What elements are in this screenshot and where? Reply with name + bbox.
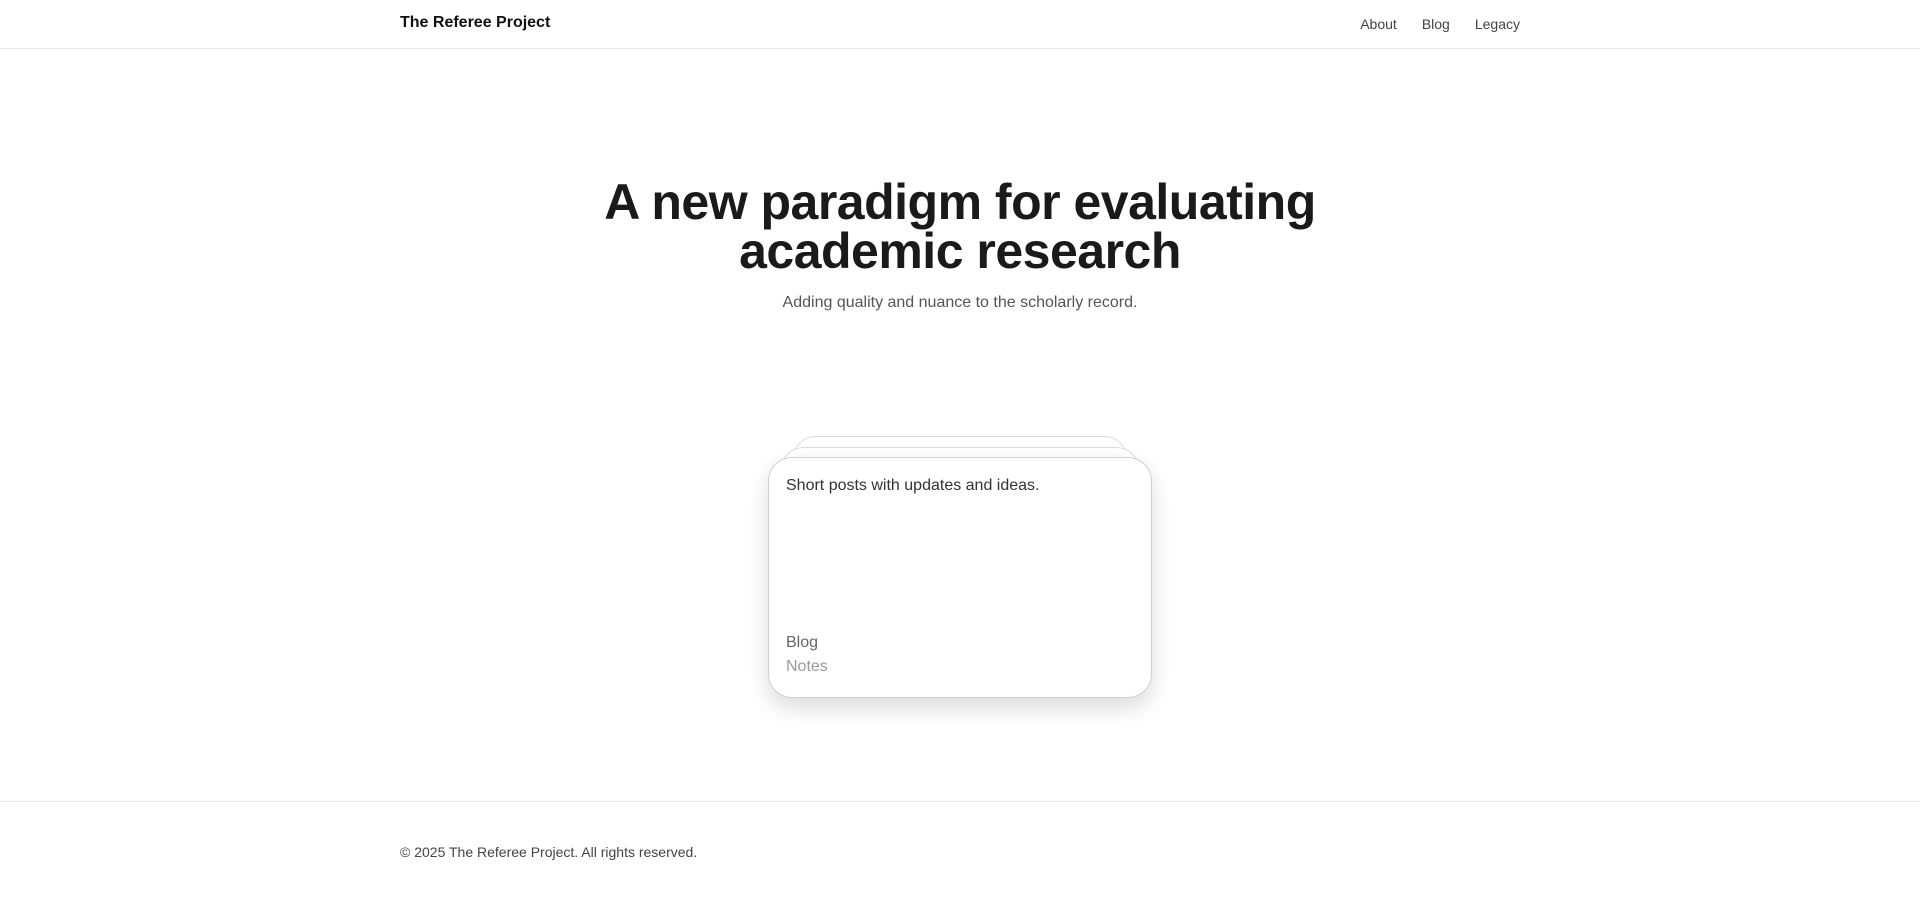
card-title: Blog (786, 634, 819, 651)
nav-legacy-link[interactable]: Legacy (1475, 16, 1520, 32)
card-subtitle: Notes (786, 658, 828, 675)
site-footer: © 2025 The Referee Project. All rights r… (0, 801, 1920, 916)
copyright-text: © 2025 The Referee Project. All rights r… (400, 844, 698, 860)
main-nav: About Blog Legacy (1360, 16, 1520, 32)
nav-blog-link[interactable]: Blog (1422, 16, 1450, 32)
hero-section: A new paradigm for evaluating academic r… (0, 174, 1920, 312)
card-stack: Short posts with updates and ideas. Blog… (768, 436, 1152, 698)
blog-card[interactable]: Short posts with updates and ideas. Blog… (768, 457, 1152, 698)
site-header: The Referee Project About Blog Legacy (0, 0, 1920, 49)
card-description: Short posts with updates and ideas. (786, 477, 1040, 494)
nav-about-link[interactable]: About (1360, 16, 1397, 32)
hero-subtitle: Adding quality and nuance to the scholar… (782, 294, 1138, 311)
hero-title: A new paradigm for evaluating academic r… (604, 174, 1316, 279)
brand-logo-link[interactable]: The Referee Project (400, 14, 550, 32)
